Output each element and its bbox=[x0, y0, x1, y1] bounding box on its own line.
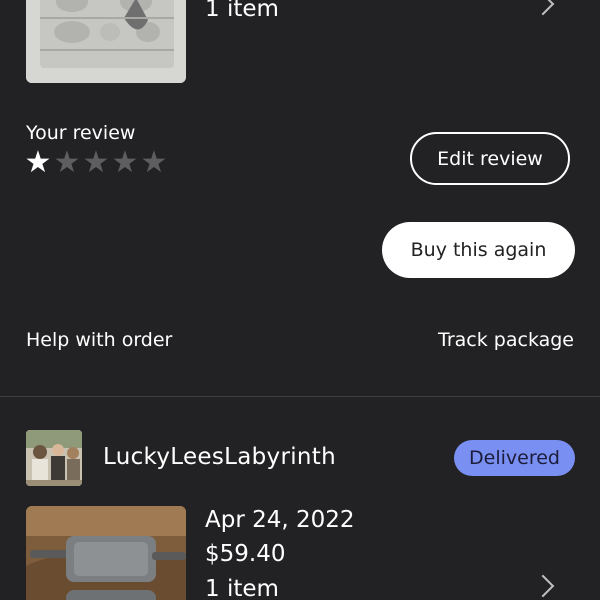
shop-name[interactable]: LuckyLeesLabyrinth bbox=[103, 442, 336, 472]
buy-again-button[interactable]: Buy this again bbox=[382, 222, 575, 278]
review-label: Your review bbox=[26, 122, 136, 144]
chevron-right-icon[interactable] bbox=[531, 574, 555, 598]
cast-iron-mold-image bbox=[26, 506, 186, 600]
lead-mold-image bbox=[26, 0, 186, 83]
star-filled-icon: ★ bbox=[24, 145, 52, 180]
order-price: $59.40 bbox=[205, 541, 286, 567]
star-empty-icon: ★ bbox=[53, 145, 81, 180]
star-empty-icon: ★ bbox=[82, 145, 110, 180]
product-thumbnail[interactable] bbox=[26, 506, 186, 600]
divider bbox=[0, 396, 600, 397]
order-date: Apr 24, 2022 bbox=[205, 507, 355, 533]
help-with-order-link[interactable]: Help with order bbox=[26, 327, 172, 353]
chevron-right-icon[interactable] bbox=[531, 0, 555, 16]
edit-review-button[interactable]: Edit review bbox=[410, 132, 570, 185]
star-empty-icon: ★ bbox=[111, 145, 139, 180]
item-count: 1 item bbox=[205, 0, 279, 22]
item-count: 1 item bbox=[205, 576, 279, 600]
purchases-screen: 1 item Your review ★ ★ ★ ★ ★ Edit review… bbox=[0, 0, 600, 600]
status-badge: Delivered bbox=[454, 440, 575, 476]
star-rating: ★ ★ ★ ★ ★ bbox=[24, 148, 168, 178]
star-empty-icon: ★ bbox=[140, 145, 168, 180]
track-package-link[interactable]: Track package bbox=[438, 327, 574, 353]
shop-avatar-image bbox=[26, 430, 82, 486]
shop-avatar[interactable] bbox=[26, 430, 82, 486]
product-thumbnail[interactable] bbox=[26, 0, 186, 83]
